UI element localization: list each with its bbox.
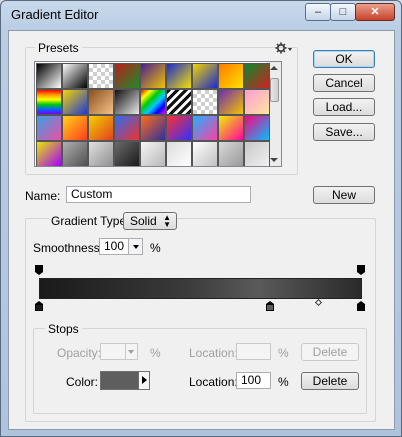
color-swatch[interactable] [100,371,150,390]
preset-swatch[interactable] [140,63,166,89]
color-location-unit: % [278,375,289,389]
preset-swatch[interactable] [62,141,88,166]
maximize-button[interactable]: □ [330,3,356,21]
chevron-down-icon [132,244,139,249]
preset-swatch[interactable] [166,141,192,166]
presets-menu-button[interactable] [275,41,293,55]
color-stop-right[interactable] [357,301,365,311]
color-stop-left[interactable] [35,301,43,311]
color-picker-arrow[interactable] [138,372,149,389]
preset-swatch[interactable] [218,115,244,141]
gradient-type-value: Solid [130,214,157,228]
preset-swatch[interactable] [244,141,270,166]
preset-swatch[interactable] [166,63,192,89]
save-button[interactable]: Save... [313,123,375,141]
stops-group [33,328,367,414]
preset-swatch[interactable] [114,141,140,166]
stops-label: Stops [45,322,82,336]
preset-swatch[interactable] [218,63,244,89]
preset-swatch[interactable] [88,115,114,141]
preset-swatch[interactable] [114,115,140,141]
name-input[interactable]: Custom [66,186,251,203]
preset-swatch[interactable] [140,89,166,115]
smoothness-unit: % [150,241,161,255]
preset-swatch[interactable] [166,115,192,141]
preset-swatch[interactable] [114,63,140,89]
smoothness-dropdown[interactable] [128,239,142,254]
gear-icon [275,42,292,54]
preset-swatch[interactable] [218,89,244,115]
opacity-stop-right[interactable] [357,265,365,275]
preset-swatch[interactable] [36,115,62,141]
chevron-down-icon [128,349,134,354]
preset-swatch[interactable] [192,115,218,141]
opacity-label: Opacity: [57,346,102,360]
gradient-editor-window: Gradient Editor – □ ✕ Presets OK Cancel … [0,0,402,437]
preset-swatch[interactable] [62,89,88,115]
preset-swatch[interactable] [88,63,114,89]
preset-swatch[interactable] [166,89,192,115]
color-label: Color: [66,375,99,389]
preset-swatch[interactable] [36,141,62,166]
opacity-location-input[interactable] [236,343,271,360]
preset-swatch[interactable] [62,115,88,141]
scroll-down-icon[interactable] [270,158,278,162]
play-arrow-icon [142,376,147,384]
window-title: Gradient Editor [11,7,99,22]
dialog-body: Presets OK Cancel Load... Save... Name: … [8,30,395,430]
preset-swatch[interactable] [140,115,166,141]
preset-swatch[interactable] [88,89,114,115]
presets-grid [34,61,282,167]
scroll-thumb[interactable] [270,78,279,102]
scroll-up-icon[interactable] [270,66,278,70]
preset-swatch[interactable] [192,89,218,115]
opacity-unit: % [150,346,161,360]
preset-swatch[interactable] [218,141,244,166]
preset-swatch[interactable] [114,89,140,115]
color-stop-middle[interactable] [266,301,274,311]
preset-swatch[interactable] [36,63,62,89]
opacity-delete-button[interactable]: Delete [301,343,359,361]
minimize-button[interactable]: – [305,3,331,21]
preset-swatch[interactable] [192,141,218,166]
gradient-type-label: Gradient Type: [49,214,132,228]
preset-swatch[interactable] [244,89,270,115]
preset-swatch[interactable] [192,63,218,89]
preset-swatch[interactable] [244,115,270,141]
gradient-type-select[interactable]: Solid ▲ ▼ [123,212,177,230]
spinner-arrows-icon: ▲ ▼ [163,213,171,229]
presets-label: Presets [35,41,82,55]
opacity-location-unit: % [278,346,289,360]
opacity-dropdown[interactable] [125,344,137,359]
close-button[interactable]: ✕ [355,3,395,21]
name-label: Name: [25,189,61,203]
preset-swatch[interactable] [88,141,114,166]
ok-button[interactable]: OK [313,50,375,68]
preset-swatch[interactable] [244,63,270,89]
cancel-button[interactable]: Cancel [313,74,375,92]
gradient-preview-bar[interactable] [39,278,362,299]
load-button[interactable]: Load... [313,98,375,116]
color-delete-button[interactable]: Delete [301,372,359,390]
new-button[interactable]: New [313,186,375,204]
preset-swatch[interactable] [36,89,62,115]
color-location-label: Location: [189,375,238,389]
smoothness-input[interactable]: 100 [99,238,143,255]
opacity-location-label: Location: [189,346,238,360]
smoothness-label: Smoothness: [33,241,104,255]
preset-swatch[interactable] [140,141,166,166]
color-location-input[interactable]: 100 [236,372,271,389]
opacity-input[interactable] [100,343,138,360]
title-bar[interactable]: Gradient Editor – □ ✕ [1,1,401,29]
preset-swatch[interactable] [62,63,88,89]
smoothness-value: 100 [104,239,125,253]
opacity-stop-left[interactable] [35,265,43,275]
